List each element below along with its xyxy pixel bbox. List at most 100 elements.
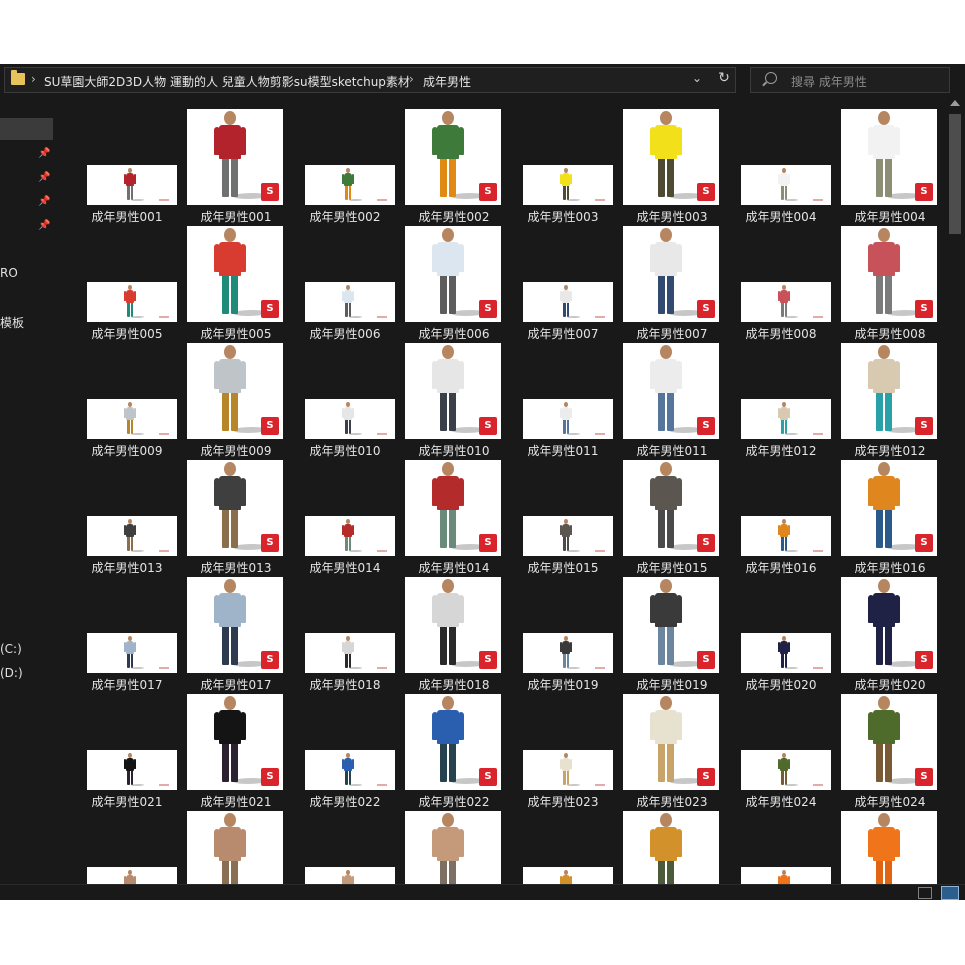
watermark-icon [813,667,823,669]
file-grid: 成年男性001 S 成年男性001 成年男性002 S 成年男性002 成年男性003 S 成年… [57,96,945,884]
pin-icon[interactable]: 📌 [38,196,50,208]
file-thumbnail [87,165,177,205]
file-item[interactable]: S 成年男性012 [836,343,944,459]
file-item[interactable]: S 成年男性005 [182,226,290,342]
file-item[interactable]: S [182,811,290,884]
file-item[interactable]: 成年男性007 [509,226,617,342]
pin-icon[interactable]: 📌 [38,220,50,232]
file-item[interactable]: S 成年男性019 [618,577,726,693]
file-item[interactable]: 成年男性001 [73,109,181,225]
file-item[interactable]: S 成年男性002 [400,109,508,225]
file-item[interactable]: S 成年男性006 [400,226,508,342]
file-item[interactable]: 成年男性002 [291,109,399,225]
file-item[interactable]: S 成年男性018 [400,577,508,693]
breadcrumb[interactable]: › SU草園大師2D3D人物 運動的人 兒童人物剪影su模型sketchup素材… [4,67,736,93]
large-icons-view-icon[interactable] [941,886,959,900]
sidebar-item-drive-d[interactable]: (D:) [0,666,23,680]
file-item[interactable]: S 成年男性009 [182,343,290,459]
file-item[interactable]: S 成年男性010 [400,343,508,459]
scroll-up-arrow-icon[interactable] [950,100,960,106]
file-item[interactable]: 成年男性009 [73,343,181,459]
file-item[interactable]: 成年男性014 [291,460,399,576]
file-thumbnail [741,516,831,556]
pin-icon[interactable]: 📌 [38,172,50,184]
file-name-label: 成年男性019 [636,678,708,692]
vertical-scrollbar[interactable] [945,96,965,884]
file-item[interactable]: S 成年男性013 [182,460,290,576]
file-item[interactable]: 成年男性018 [291,577,399,693]
file-name-label: 成年男性006 [309,327,381,341]
file-thumbnail: S [841,694,937,790]
file-item[interactable]: S 成年男性004 [836,109,944,225]
file-item[interactable] [291,811,399,884]
address-bar: › SU草園大師2D3D人物 運動的人 兒童人物剪影su模型sketchup素材… [0,64,965,96]
file-item[interactable]: 成年男性003 [509,109,617,225]
file-item[interactable]: 成年男性023 [509,694,617,810]
watermark-icon [595,667,605,669]
file-item[interactable]: 成年男性021 [73,694,181,810]
file-item[interactable]: S 成年男性008 [836,226,944,342]
chevron-right-icon[interactable]: › [31,72,36,86]
sidebar-item-label[interactable]: 模板 [0,314,24,331]
file-item[interactable] [727,811,835,884]
file-item[interactable]: 成年男性016 [727,460,835,576]
file-item[interactable]: 成年男性008 [727,226,835,342]
file-name-label: 成年男性011 [636,444,708,458]
file-item[interactable]: S [836,811,944,884]
file-item[interactable]: S [618,811,726,884]
sketchup-logo-icon: S [915,768,933,786]
file-item[interactable]: S 成年男性020 [836,577,944,693]
refresh-icon[interactable]: ↻ [715,70,733,88]
file-item[interactable]: S 成年男性011 [618,343,726,459]
file-name-label: 成年男性011 [527,444,599,458]
file-item[interactable]: S 成年男性016 [836,460,944,576]
file-thumbnail [741,282,831,322]
pin-icon[interactable]: 📌 [38,148,50,160]
sketchup-logo-icon: S [915,300,933,318]
file-item[interactable]: S 成年男性023 [618,694,726,810]
search-input[interactable]: 搜尋 成年男性 [750,67,950,93]
sketchup-logo-icon: S [261,651,279,669]
file-name-label: 成年男性010 [418,444,490,458]
file-item[interactable]: S 成年男性022 [400,694,508,810]
file-item[interactable]: S [400,811,508,884]
file-item[interactable]: S 成年男性001 [182,109,290,225]
file-thumbnail [305,750,395,790]
file-item[interactable]: S 成年男性014 [400,460,508,576]
file-item[interactable]: 成年男性017 [73,577,181,693]
watermark-icon [813,433,823,435]
file-item[interactable]: S 成年男性003 [618,109,726,225]
file-item[interactable]: 成年男性012 [727,343,835,459]
file-item[interactable]: 成年男性019 [509,577,617,693]
file-item[interactable]: S 成年男性021 [182,694,290,810]
breadcrumb-item-current[interactable]: 成年男性 [423,73,471,90]
file-thumbnail [305,516,395,556]
file-item[interactable]: 成年男性011 [509,343,617,459]
file-item[interactable]: S 成年男性024 [836,694,944,810]
sidebar-item-selected[interactable] [0,118,53,140]
sidebar-item-drive-c[interactable]: (C:) [0,642,22,656]
breadcrumb-item-parent[interactable]: SU草園大師2D3D人物 運動的人 兒童人物剪影su模型sketchup素材 [44,73,410,90]
sidebar-item-label[interactable]: RO [0,266,18,280]
file-item[interactable] [73,811,181,884]
file-thumbnail [87,282,177,322]
file-item[interactable]: S 成年男性007 [618,226,726,342]
file-item[interactable]: 成年男性020 [727,577,835,693]
file-item[interactable]: 成年男性022 [291,694,399,810]
chevron-right-icon[interactable]: › [409,72,414,86]
file-item[interactable]: 成年男性004 [727,109,835,225]
file-item[interactable]: 成年男性024 [727,694,835,810]
file-item[interactable]: 成年男性010 [291,343,399,459]
file-name-label: 成年男性014 [418,561,490,575]
file-item[interactable]: 成年男性013 [73,460,181,576]
chevron-down-icon[interactable]: ⌄ [689,71,705,89]
file-item[interactable]: S 成年男性017 [182,577,290,693]
scrollbar-thumb[interactable] [949,114,961,234]
file-item[interactable]: 成年男性015 [509,460,617,576]
file-item[interactable]: S 成年男性015 [618,460,726,576]
sketchup-logo-icon: S [915,651,933,669]
file-item[interactable] [509,811,617,884]
details-view-icon[interactable] [918,887,932,899]
file-item[interactable]: 成年男性005 [73,226,181,342]
file-item[interactable]: 成年男性006 [291,226,399,342]
